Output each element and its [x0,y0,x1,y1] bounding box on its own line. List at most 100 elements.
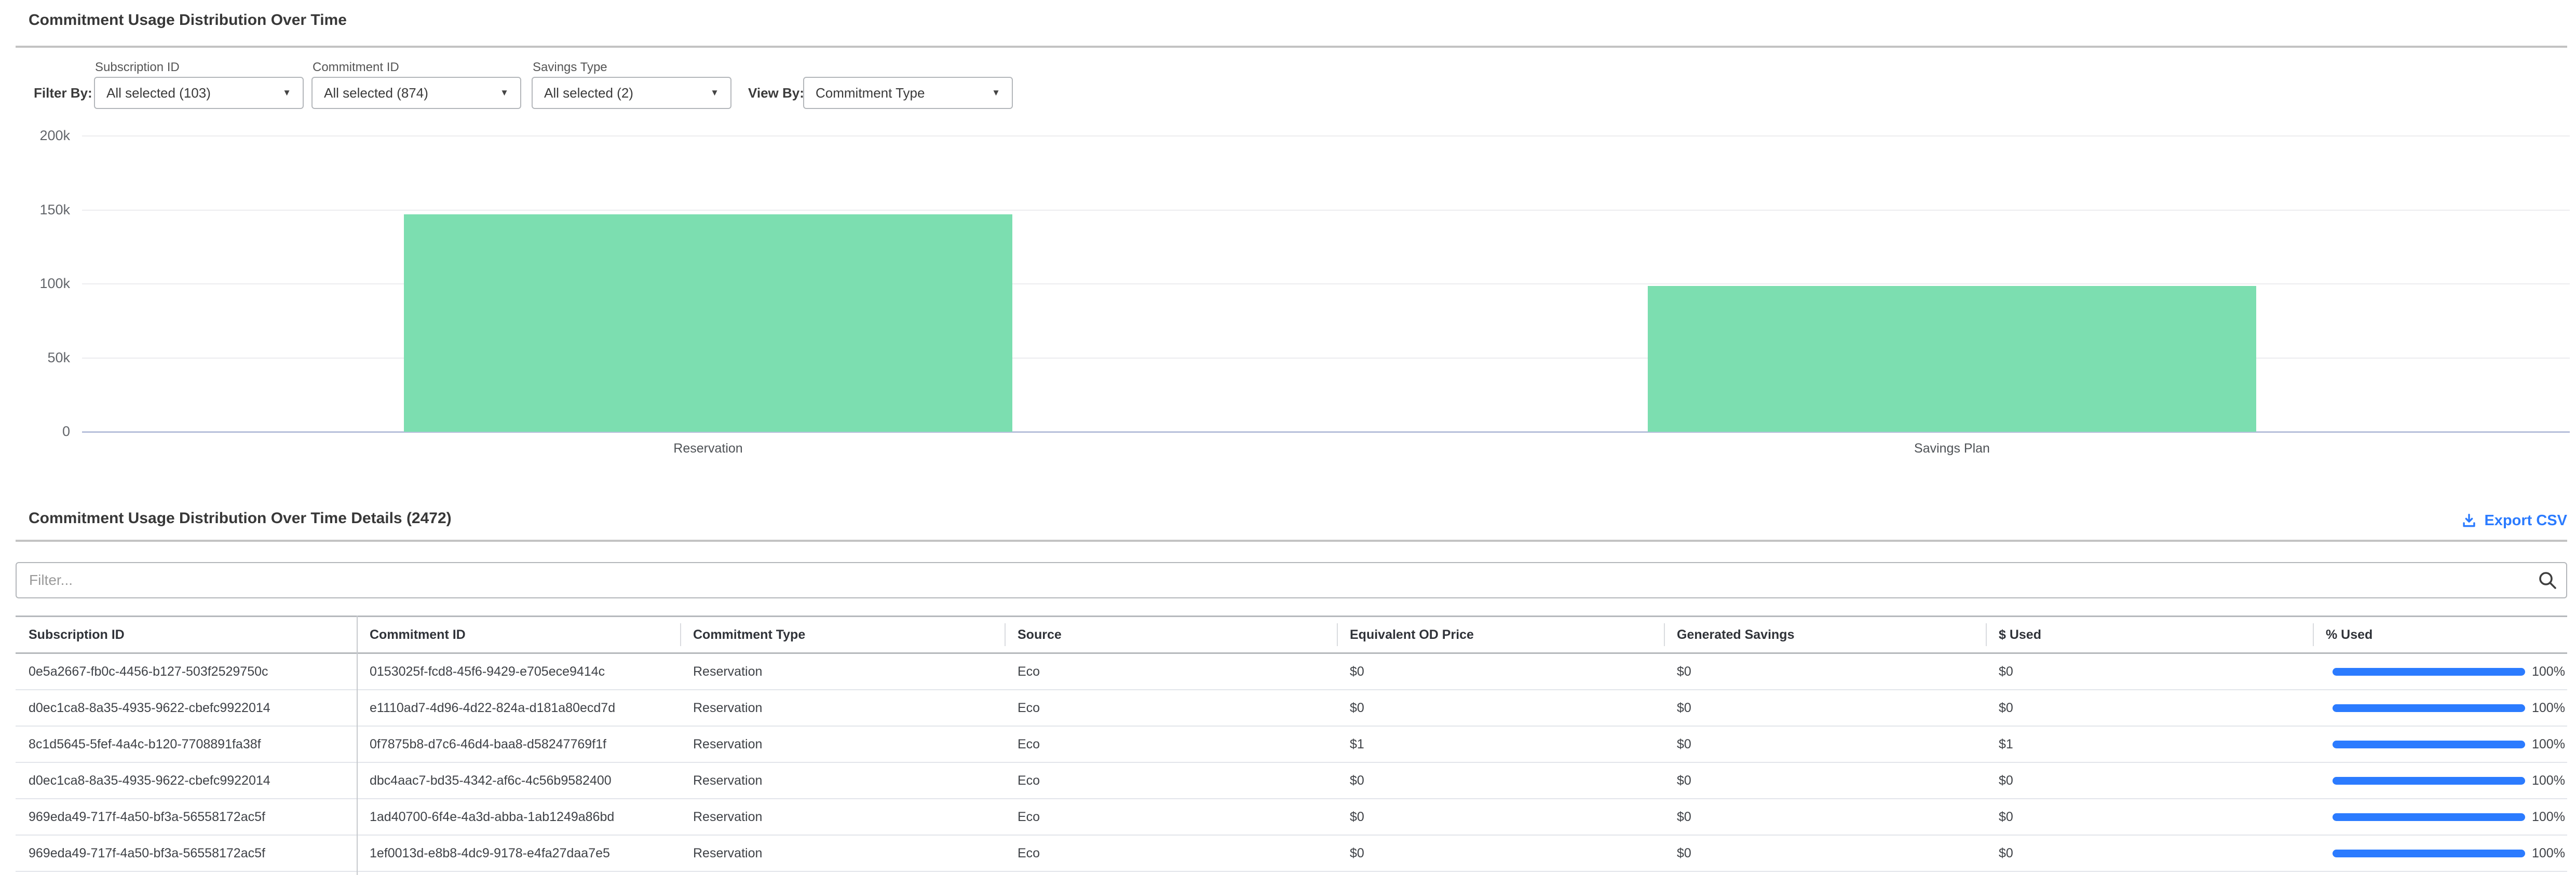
pct-used-progress-bar [2333,741,2525,748]
table-row: 0e5a2667-fb0c-4456-b127-503f2529750c0153… [16,654,2567,690]
cell-generated-savings: $0 [1664,773,1986,788]
cell-dollar-used: $0 [1986,810,2313,825]
pct-used-value: 100% [2532,701,2565,716]
cell-dollar-used: $0 [1986,701,2313,716]
column-header-generated-savings[interactable]: Generated Savings [1664,617,1986,652]
commitment-id-dropdown-label: Commitment ID [313,60,399,75]
column-header-subscription-id[interactable]: Subscription ID [16,617,357,652]
x-axis-label: Reservation [552,441,864,456]
table-row: d0ec1ca8-8a35-4935-9622-cbefc9922014dbc4… [16,763,2567,799]
cell-commitment-id: 1ad40700-6f4e-4a3d-abba-1ab1249a86bd [357,810,680,825]
cell-commitment-type: Reservation [680,701,1005,716]
download-icon [2460,512,2478,529]
commitment-id-dropdown[interactable]: All selected (874) ▼ [311,77,521,109]
section-divider [16,46,2567,48]
cell-pct-used: 100% [2313,664,2567,679]
pct-used-progress-bar [2333,813,2525,821]
cell-generated-savings: $0 [1664,664,1986,679]
chevron-down-icon: ▼ [710,88,719,98]
pct-used-progress-bar [2333,704,2525,712]
cell-commitment-type: Reservation [680,664,1005,679]
cell-commitment-id: 0153025f-fcd8-45f6-9429-e705ece9414c [357,664,680,679]
cell-dollar-used: $0 [1986,773,2313,788]
table-header-row: Subscription IDCommitment IDCommitment T… [16,616,2567,654]
cell-pct-used: 100% [2313,773,2567,788]
savings-type-dropdown[interactable]: All selected (2) ▼ [532,77,731,109]
cell-pct-used: 100% [2313,846,2567,861]
pct-used-value: 100% [2532,810,2565,825]
table-filter-input[interactable] [16,562,2567,598]
cell-subscription-id: d0ec1ca8-8a35-4935-9622-cbefc9922014 [16,701,357,716]
commitment-usage-bar-chart: 0 50k 100k 150k 200k Reservation Savings Plan [0,125,2576,467]
table-row: 8c1d5645-5fef-4a4c-b120-7708891fa38f0f78… [16,727,2567,763]
column-header--used[interactable]: % Used [2313,617,2567,652]
cell-commitment-type: Reservation [680,810,1005,825]
table-row: 969eda49-717f-4a50-bf3a-56558172ac5f1ef0… [16,836,2567,872]
cell-subscription-id: 8c1d5645-5fef-4a4c-b120-7708891fa38f [16,737,357,752]
details-table: Subscription IDCommitment IDCommitment T… [16,616,2567,872]
cell-commitment-id: e1110ad7-4d96-4d22-824a-d181a80ecd7d [357,701,680,716]
cell-equivalent-od-price: $0 [1337,846,1664,861]
cell-generated-savings: $0 [1664,810,1986,825]
column-header-source[interactable]: Source [1005,617,1337,652]
pct-used-value: 100% [2532,846,2565,861]
subscription-id-dropdown[interactable]: All selected (103) ▼ [94,77,304,109]
cell-subscription-id: d0ec1ca8-8a35-4935-9622-cbefc9922014 [16,773,357,788]
table-row: 969eda49-717f-4a50-bf3a-56558172ac5f1ad4… [16,799,2567,836]
cell-source: Eco [1005,664,1337,679]
filter-by-label: Filter By: [34,85,92,101]
column-header--used[interactable]: $ Used [1986,617,2313,652]
table-filter [16,562,2567,598]
column-header-commitment-type[interactable]: Commitment Type [680,617,1005,652]
cell-commitment-id: 1ef0013d-e8b8-4dc9-9178-e4fa27daa7e5 [357,846,680,861]
cell-dollar-used: $1 [1986,737,2313,752]
y-axis-tick-label: 150k [13,202,70,218]
cell-subscription-id: 0e5a2667-fb0c-4456-b127-503f2529750c [16,664,357,679]
cell-pct-used: 100% [2313,810,2567,825]
section-divider [16,540,2567,542]
details-section-title: Commitment Usage Distribution Over Time … [29,510,452,527]
cell-dollar-used: $0 [1986,846,2313,861]
cell-source: Eco [1005,701,1337,716]
export-csv-link[interactable]: Export CSV [2460,512,2567,529]
pct-used-value: 100% [2532,664,2565,679]
y-axis-tick-label: 50k [13,350,70,366]
bar-savings-plan[interactable] [1648,286,2256,432]
cell-generated-savings: $0 [1664,701,1986,716]
cell-generated-savings: $0 [1664,846,1986,861]
cell-subscription-id: 969eda49-717f-4a50-bf3a-56558172ac5f [16,846,357,861]
column-header-equivalent-od-price[interactable]: Equivalent OD Price [1337,617,1664,652]
cell-dollar-used: $0 [1986,664,2313,679]
cell-generated-savings: $0 [1664,737,1986,752]
y-axis-tick-label: 0 [13,423,70,440]
cell-equivalent-od-price: $0 [1337,773,1664,788]
cell-source: Eco [1005,846,1337,861]
chart-gridline [82,210,2570,211]
y-axis-tick-label: 100k [13,276,70,292]
cell-commitment-type: Reservation [680,773,1005,788]
cell-equivalent-od-price: $0 [1337,701,1664,716]
cell-equivalent-od-price: $1 [1337,737,1664,752]
view-by-dropdown[interactable]: Commitment Type ▼ [803,77,1013,109]
table-row: d0ec1ca8-8a35-4935-9622-cbefc9922014e111… [16,690,2567,727]
cell-equivalent-od-price: $0 [1337,664,1664,679]
cell-pct-used: 100% [2313,737,2567,752]
chart-section-title: Commitment Usage Distribution Over Time [29,11,347,29]
chart-gridline [82,135,2570,136]
cell-source: Eco [1005,737,1337,752]
savings-type-dropdown-label: Savings Type [533,60,607,75]
view-by-label: View By: [748,85,804,101]
cell-subscription-id: 969eda49-717f-4a50-bf3a-56558172ac5f [16,810,357,825]
x-axis-label: Savings Plan [1796,441,2108,456]
pct-used-value: 100% [2532,773,2565,788]
cell-equivalent-od-price: $0 [1337,810,1664,825]
pct-used-value: 100% [2532,737,2565,752]
pct-used-progress-bar [2333,668,2525,676]
cell-commitment-type: Reservation [680,846,1005,861]
cell-source: Eco [1005,810,1337,825]
cell-pct-used: 100% [2313,701,2567,716]
commitment-usage-dashboard: Commitment Usage Distribution Over Time … [0,0,2576,875]
column-header-commitment-id[interactable]: Commitment ID [357,617,680,652]
y-axis-tick-label: 200k [13,128,70,144]
bar-reservation[interactable] [404,214,1012,432]
